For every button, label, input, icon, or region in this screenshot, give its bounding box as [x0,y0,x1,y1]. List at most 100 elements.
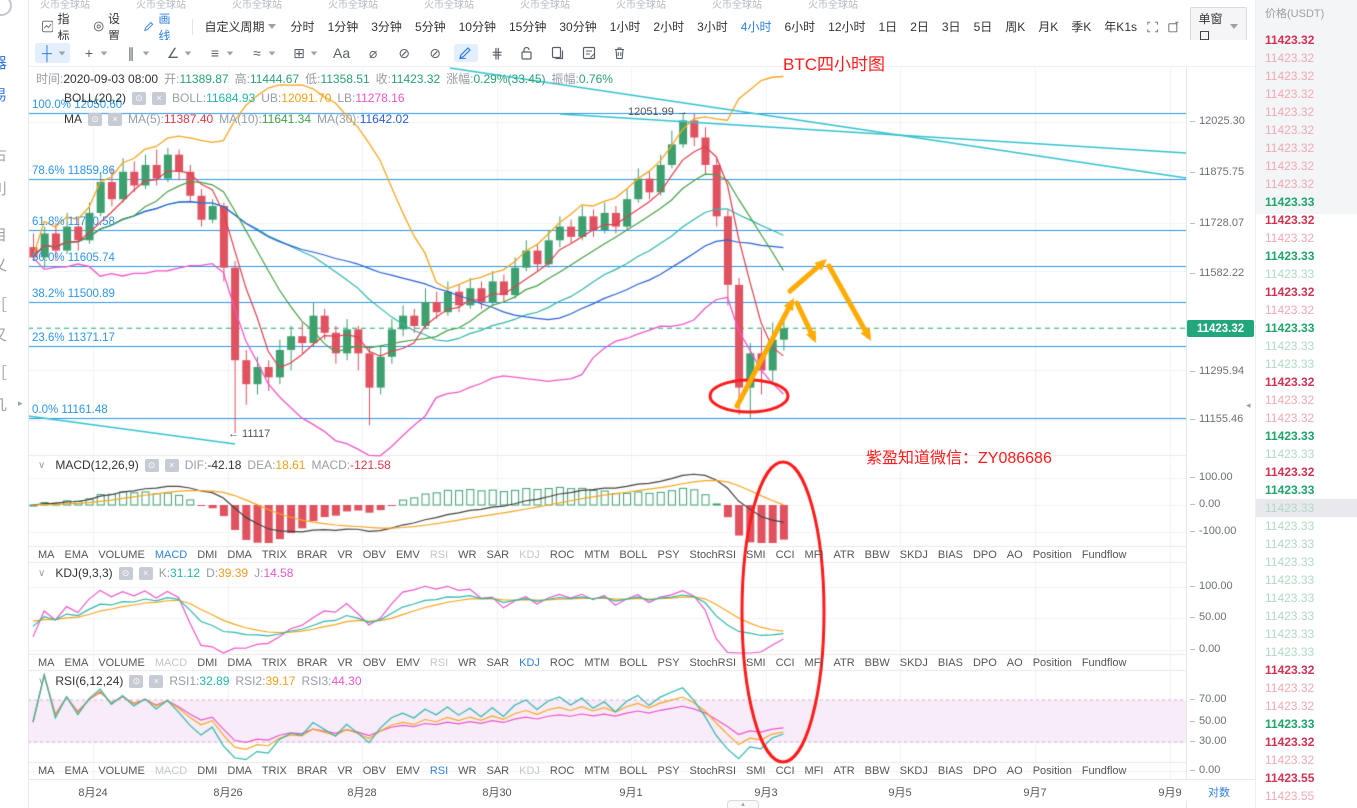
tab-bbw[interactable]: BBW [865,549,890,561]
tab-stochrsi[interactable]: StochRSI [690,657,736,669]
sidebar-icon-7[interactable]: ［ [0,362,7,383]
trade-price-row[interactable]: 11423.32 [1265,31,1353,49]
tab-bbw[interactable]: BBW [865,765,890,777]
tab-atr[interactable]: ATR [833,549,854,561]
tab-trix[interactable]: TRIX [262,765,287,777]
tab-mfi[interactable]: MFI [805,657,824,669]
browser-tab[interactable]: 火币全球站 [328,0,378,13]
pane-close-icon[interactable]: × [152,92,166,105]
tab-dpo[interactable]: DPO [973,657,997,669]
tab-rsi[interactable]: RSI [430,765,448,777]
horizontal-line-tool[interactable]: ≡ [203,43,238,63]
tab-cci[interactable]: CCI [776,549,795,561]
tab-trix[interactable]: TRIX [262,549,287,561]
trade-price-row[interactable]: 11423.32 [1265,697,1353,715]
trade-price-row[interactable]: 11423.32 [1265,733,1353,751]
period-3日[interactable]: 3日 [942,18,961,35]
tab-dma[interactable]: DMA [227,549,251,561]
period-12小时[interactable]: 12小时 [828,18,865,35]
tab-skdj[interactable]: SKDJ [900,765,928,777]
tab-brar[interactable]: BRAR [297,549,328,561]
tab-mfi[interactable]: MFI [805,765,824,777]
tab-smi[interactable]: SMI [746,765,766,777]
tab-psy[interactable]: PSY [658,657,680,669]
eraser-tool[interactable]: ⌀ [361,43,385,63]
tab-volume[interactable]: VOLUME [98,657,144,669]
tab-position[interactable]: Position [1033,765,1072,777]
tab-sar[interactable]: SAR [486,657,509,669]
tab-dma[interactable]: DMA [227,765,251,777]
tab-rsi[interactable]: RSI [430,549,448,561]
tab-smi[interactable]: SMI [746,657,766,669]
tab-ma[interactable]: MA [38,549,55,561]
tab-kdj[interactable]: KDJ [519,657,540,669]
tab-macd[interactable]: MACD [155,549,187,561]
parallel-line-tool[interactable]: ∥ [119,43,154,63]
period-15分钟[interactable]: 15分钟 [509,18,546,35]
period-年K[interactable]: 年K [1104,18,1124,35]
trade-price-row[interactable]: 11423.32 [1265,85,1353,103]
hide-drawings-tool[interactable]: ⊘ [392,43,416,63]
period-1日[interactable]: 1日 [879,18,898,35]
trade-price-row[interactable]: 11423.33 [1265,445,1353,463]
period-30分钟[interactable]: 30分钟 [559,18,596,35]
tab-ao[interactable]: AO [1007,549,1023,561]
settings-button[interactable]: 设置 [93,10,130,44]
tab-atr[interactable]: ATR [833,765,854,777]
tab-macd[interactable]: MACD [155,765,187,777]
tab-volume[interactable]: VOLUME [98,765,144,777]
trade-price-row[interactable]: 11423.33 [1265,247,1353,265]
fullscreen-icon[interactable] [1147,20,1158,34]
pane-close-icon[interactable]: × [165,459,179,472]
sidebar-icon-3[interactable]: 目 [0,224,7,245]
period-2小时[interactable]: 2小时 [653,18,684,35]
tab-dpo[interactable]: DPO [973,549,997,561]
tab-psy[interactable]: PSY [658,765,680,777]
crosshair-tool[interactable]: ┼ [35,43,70,63]
period-周K[interactable]: 周K [1005,18,1025,35]
date-axis[interactable]: 8月248月268月288月309月19月39月59月79月9对数%自动 [28,779,1357,801]
tab-cci[interactable]: CCI [776,765,795,777]
pane-settings-icon[interactable]: ⊙ [119,567,133,580]
trade-price-row[interactable]: 11423.32 [1265,175,1353,193]
tab-wr[interactable]: WR [458,549,476,561]
brush-tool[interactable] [454,44,478,62]
period-10分钟[interactable]: 10分钟 [459,18,496,35]
tab-dmi[interactable]: DMI [197,657,217,669]
tab-ema[interactable]: EMA [65,657,89,669]
collapse-up-handle[interactable]: ▴ [727,800,759,808]
tab-roc[interactable]: ROC [550,549,574,561]
pane-close-icon[interactable]: × [149,675,163,688]
tab-dmi[interactable]: DMI [197,765,217,777]
tab-ao[interactable]: AO [1007,657,1023,669]
trade-price-row[interactable]: 11423.32 [1265,463,1353,481]
wave-tool[interactable]: ≈ [245,43,280,63]
period-5日[interactable]: 5日 [974,18,993,35]
tab-mtm[interactable]: MTM [584,657,609,669]
period-3小时[interactable]: 3小时 [697,18,728,35]
period-季K[interactable]: 季K [1071,18,1091,35]
tab-dpo[interactable]: DPO [973,765,997,777]
trade-price-row[interactable]: 11423.32 [1265,211,1353,229]
tab-vr[interactable]: VR [337,549,352,561]
trend-angle-tool[interactable]: ∠ [161,43,196,63]
sidebar-icon-1[interactable]: 占 [0,144,7,165]
trade-price-row[interactable]: 11423.55 [1265,787,1353,805]
tab-bias[interactable]: BIAS [938,549,963,561]
period-5分钟[interactable]: 5分钟 [415,18,446,35]
sidebar-icon-chart[interactable]: 器 [0,52,7,73]
tab-position[interactable]: Position [1033,549,1072,561]
trade-price-row[interactable]: 11423.32 [1265,301,1353,319]
tab-bias[interactable]: BIAS [938,657,963,669]
tab-mtm[interactable]: MTM [584,549,609,561]
tab-sar[interactable]: SAR [486,549,509,561]
tab-kdj[interactable]: KDJ [519,549,540,561]
tab-obv[interactable]: OBV [363,657,386,669]
tab-dmi[interactable]: DMI [197,549,217,561]
pane-collapse-icon[interactable]: ∨ [38,460,45,471]
fib-box-tool[interactable]: ⊞ [287,43,322,63]
tab-ema[interactable]: EMA [65,765,89,777]
trade-price-row[interactable]: 11423.33 [1265,337,1353,355]
tab-fundflow[interactable]: Fundflow [1082,657,1127,669]
tab-bbw[interactable]: BBW [865,657,890,669]
